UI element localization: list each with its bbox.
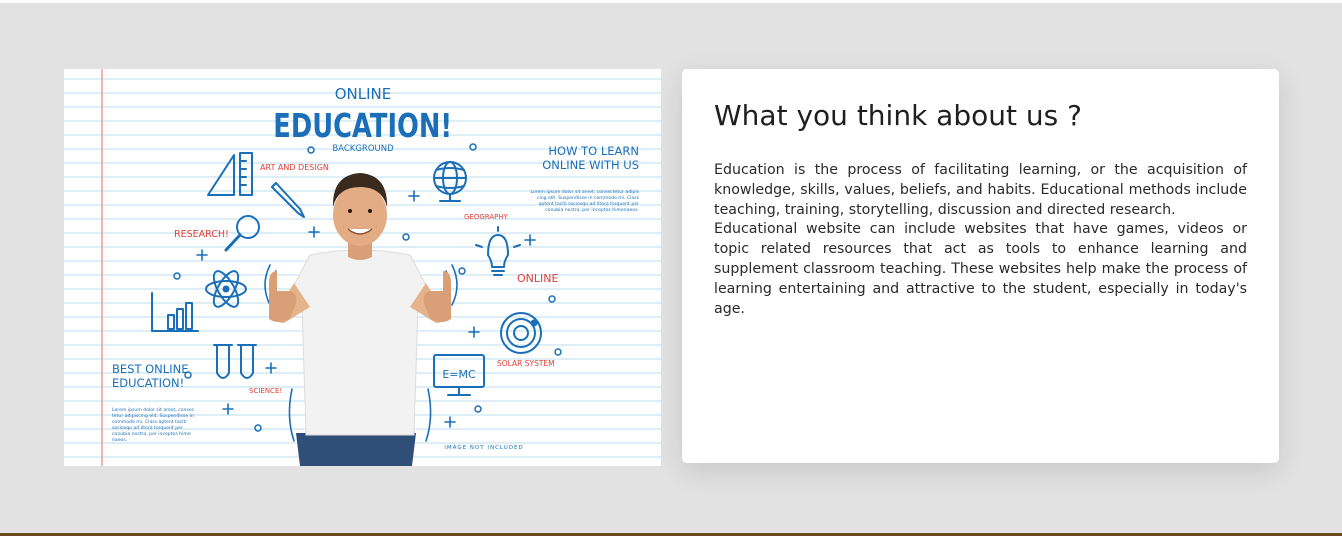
lorem-right-2: cing elit. Suspendisse in commodo mi. Cl… (537, 195, 640, 201)
title-online: ONLINE (335, 85, 392, 103)
lorem-left-3: commodo mi. Class aptent taciti (112, 419, 187, 425)
label-how-to-learn: HOW TO LEARN (548, 144, 639, 158)
label-research: RESEARCH! (174, 229, 229, 240)
student-figure (264, 173, 458, 466)
lorem-right-1: Lorem ipsum dolor sit amet, consectetur … (531, 189, 640, 195)
title-education: EDUCATION! (273, 107, 452, 145)
label-best-education: EDUCATION! (112, 376, 184, 390)
lorem-right-3: aptent taciti sociosqu ad litora torquen… (539, 201, 639, 207)
education-illustration: ONLINE EDUCATION! BACKGROUND HOW TO LEAR… (64, 69, 661, 466)
lorem-left-4: sociosqu ad litora torquent per (112, 425, 183, 431)
about-card: What you think about us ? Education is t… (682, 69, 1279, 463)
solar-system-icon (500, 312, 542, 354)
lightbulb-icon (475, 226, 521, 276)
globe-icon (433, 161, 467, 202)
pencil-icon (271, 182, 305, 218)
lorem-left-2: tetur adipiscing elit. Suspendisse in (112, 413, 194, 419)
label-best-online: BEST ONLINE (112, 362, 188, 376)
ruler-icon (207, 152, 253, 196)
lorem-right-4: conubia nostra, per inceptos himenaeos. (545, 207, 639, 213)
about-paragraph-2: Educational website can include websites… (714, 221, 1247, 317)
about-body: Education is the process of facilitating… (714, 161, 1247, 319)
label-image-not-included: IMAGE NOT INCLUDED (444, 445, 523, 451)
label-online: ONLINE (517, 272, 558, 285)
about-paragraph-1: Education is the process of facilitating… (714, 162, 1247, 218)
bar-chart-icon (151, 292, 199, 332)
lorem-left-5: conubia nostra, per inceptos hime (112, 431, 191, 437)
label-solar-system: SOLAR SYSTEM (497, 359, 555, 368)
label-online-with-us: ONLINE WITH US (542, 158, 639, 172)
label-art-and-design: ART AND DESIGN (260, 163, 329, 172)
about-heading: What you think about us ? (714, 99, 1082, 132)
lorem-left-1: Lorem ipsum dolor sit amet, consec (112, 407, 195, 413)
about-section: ONLINE EDUCATION! BACKGROUND HOW TO LEAR… (0, 3, 1342, 533)
lorem-left-6: naeos. (112, 438, 127, 443)
label-science: SCIENCE! (249, 387, 282, 395)
title-background: BACKGROUND (332, 144, 394, 154)
label-formula: E=MC (442, 368, 476, 381)
label-geography: GEOGRAPHY (464, 213, 509, 221)
